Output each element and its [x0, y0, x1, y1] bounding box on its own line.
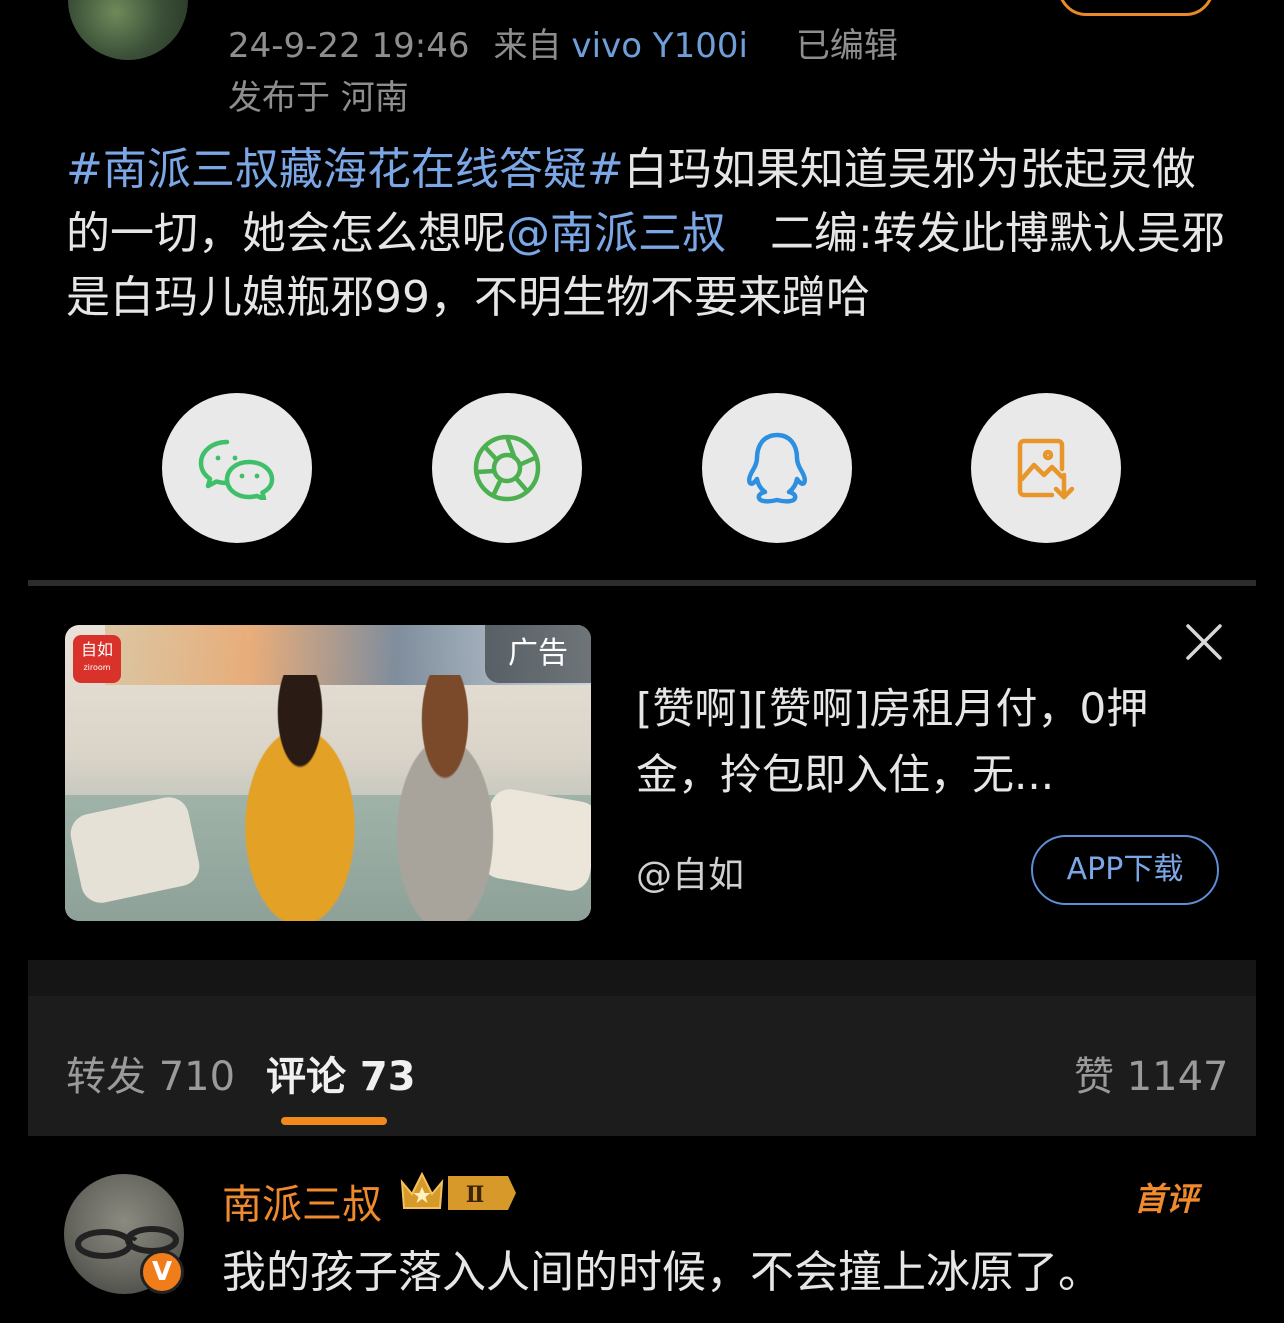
first-comment-tag: 首评	[1134, 1180, 1199, 1218]
ad-image-person	[365, 675, 525, 921]
post-body: #南派三叔藏海花在线答疑#白玛如果知道吴邪为张起灵做的一切，她会怎么想呢@南派三…	[66, 138, 1226, 330]
ad-brand-logo: 自如 ziroom	[73, 635, 121, 683]
post-hashtag[interactable]: #南派三叔藏海花在线答疑#	[66, 144, 624, 195]
save-image-button[interactable]	[971, 393, 1121, 543]
share-qq-button[interactable]	[702, 393, 852, 543]
ad-download-button[interactable]: APP下载	[1031, 835, 1219, 905]
ad-text[interactable]: [赞啊][赞啊]房租月付，0押金，拎包即入住，无...	[636, 676, 1176, 808]
tab-active-indicator	[281, 1117, 387, 1125]
member-crown-icon[interactable]: Ⅱ	[396, 1170, 518, 1216]
moments-icon	[473, 434, 541, 502]
comment-author[interactable]: 南派三叔	[222, 1172, 382, 1230]
post-mention[interactable]: @南派三叔	[506, 208, 726, 259]
post-device[interactable]: vivo Y100i	[572, 26, 748, 66]
svg-text:Ⅱ: Ⅱ	[466, 1182, 485, 1208]
post-edited[interactable]: 已编辑	[796, 26, 898, 66]
post-from: 来自 vivo Y100i	[493, 26, 748, 66]
tab-likes[interactable]: 赞 1147	[1074, 1044, 1229, 1102]
tabs-bar-top	[28, 960, 1256, 996]
post-meta: 24-9-22 19:46 来自 vivo Y100i 已编辑	[228, 18, 922, 67]
share-moments-button[interactable]	[432, 393, 582, 543]
tab-comments[interactable]: 评论 73	[266, 1044, 416, 1102]
verified-badge: V	[140, 1250, 184, 1294]
post-datetime: 24-9-22 19:46	[228, 26, 470, 66]
qq-icon	[746, 432, 808, 504]
wechat-icon	[198, 439, 275, 500]
ad-image-person	[215, 675, 385, 921]
ad-tag: 广告	[485, 625, 591, 683]
ad-close-icon[interactable]	[1182, 620, 1226, 664]
ad-image[interactable]: 自如 ziroom 广告	[65, 625, 591, 921]
save-image-icon	[1017, 438, 1075, 500]
post-location: 发布于 河南	[228, 78, 409, 118]
share-wechat-button[interactable]	[162, 393, 312, 543]
section-divider	[28, 580, 1256, 586]
share-row	[0, 393, 1284, 543]
author-avatar[interactable]	[68, 0, 188, 60]
follow-button[interactable]	[1058, 0, 1214, 16]
comment-text: 我的孩子落入人间的时候，不会撞上冰原了。	[222, 1247, 1102, 1298]
ad-handle[interactable]: @自如	[636, 846, 744, 898]
tab-reposts[interactable]: 转发 710	[66, 1044, 235, 1102]
